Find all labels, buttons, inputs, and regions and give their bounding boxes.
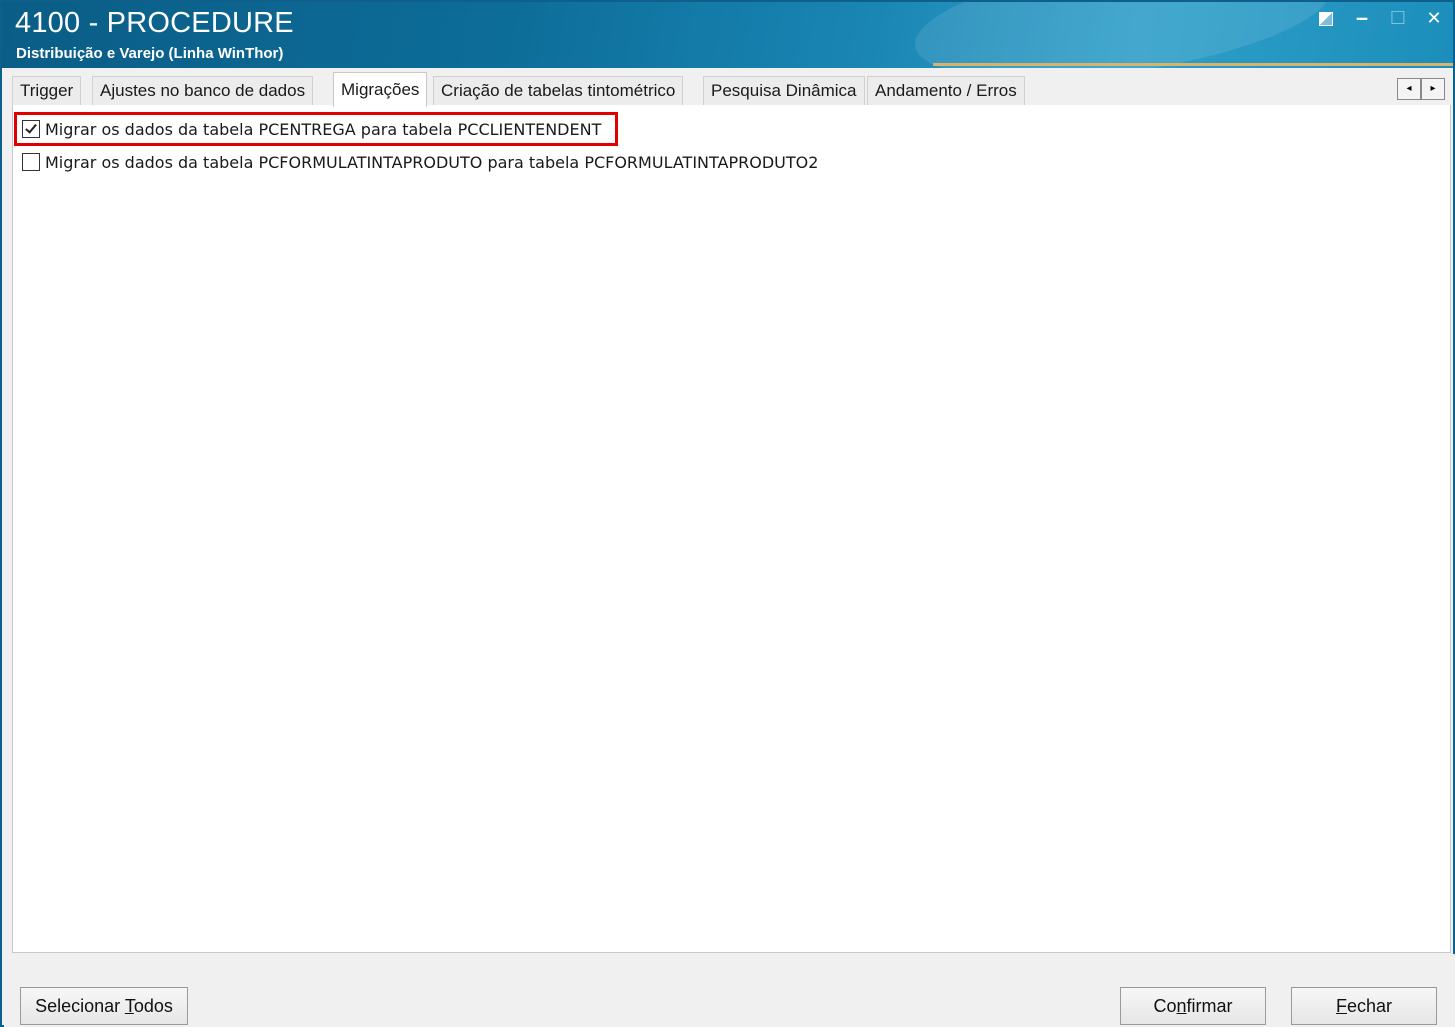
tab-criacao-tabelas[interactable]: Criação de tabelas tintométrico [433, 76, 684, 106]
tab-trigger[interactable]: Trigger [12, 76, 82, 106]
button-text: echar [1346, 996, 1393, 1016]
button-text: Selecionar [35, 996, 125, 1016]
option-migrar-pcformulatintaproduto[interactable]: Migrar os dados da tabela PCFORMULATINTA… [22, 150, 818, 174]
tab-scroll: ◂ ▸ [1397, 78, 1445, 100]
select-all-button[interactable]: Selecionar Todos [20, 987, 188, 1025]
tab-migracoes[interactable]: Migrações [333, 72, 428, 107]
window-title: 4100 - PROCEDURE [15, 7, 294, 39]
tab-scroll-left-icon[interactable]: ◂ [1397, 78, 1421, 100]
migracoes-panel: Migrar os dados da tabela PCENTREGA para… [12, 105, 1451, 953]
title-bar[interactable]: 4100 - PROCEDURE Distribuição e Varejo (… [2, 2, 1453, 68]
checkbox-pcformulatintaproduto[interactable] [22, 153, 40, 171]
pin-icon[interactable] [1313, 8, 1339, 30]
button-accel: T [124, 996, 134, 1016]
checkbox-pcentrega[interactable] [22, 120, 40, 138]
tab-ajustes-banco[interactable]: Ajustes no banco de dados [92, 76, 314, 106]
option-label: Migrar os dados da tabela PCFORMULATINTA… [45, 152, 819, 172]
button-accel: n [1176, 996, 1187, 1016]
title-accent-line [933, 63, 1453, 66]
close-button[interactable]: ✕ [1421, 8, 1447, 30]
close-dialog-button[interactable]: Fechar [1291, 987, 1437, 1025]
option-migrar-pcentrega[interactable]: Migrar os dados da tabela PCENTREGA para… [22, 117, 601, 141]
window-controls: ‒ ☐ ✕ [1313, 8, 1447, 30]
check-icon [25, 121, 37, 134]
button-text: firmar [1186, 996, 1233, 1016]
tab-strip: Trigger Ajustes no banco de dados Migraç… [12, 72, 1451, 107]
button-text: odos [133, 996, 173, 1016]
tab-pesquisa-dinamica[interactable]: Pesquisa Dinâmica [703, 76, 865, 106]
confirm-button[interactable]: Confirmar [1120, 987, 1266, 1025]
minimize-button[interactable]: ‒ [1349, 8, 1375, 30]
window-subtitle: Distribuição e Varejo (Linha WinThor) [16, 45, 284, 62]
tab-andamento-erros[interactable]: Andamento / Erros [867, 76, 1025, 106]
button-accel: F [1335, 996, 1347, 1016]
title-decoration [907, 2, 1339, 68]
tab-scroll-right-icon[interactable]: ▸ [1421, 78, 1445, 100]
app-window: 4100 - PROCEDURE Distribuição e Varejo (… [0, 0, 1455, 1027]
button-text: Co [1153, 996, 1177, 1016]
maximize-button[interactable]: ☐ [1385, 8, 1411, 30]
option-label: Migrar os dados da tabela PCENTREGA para… [45, 119, 602, 139]
